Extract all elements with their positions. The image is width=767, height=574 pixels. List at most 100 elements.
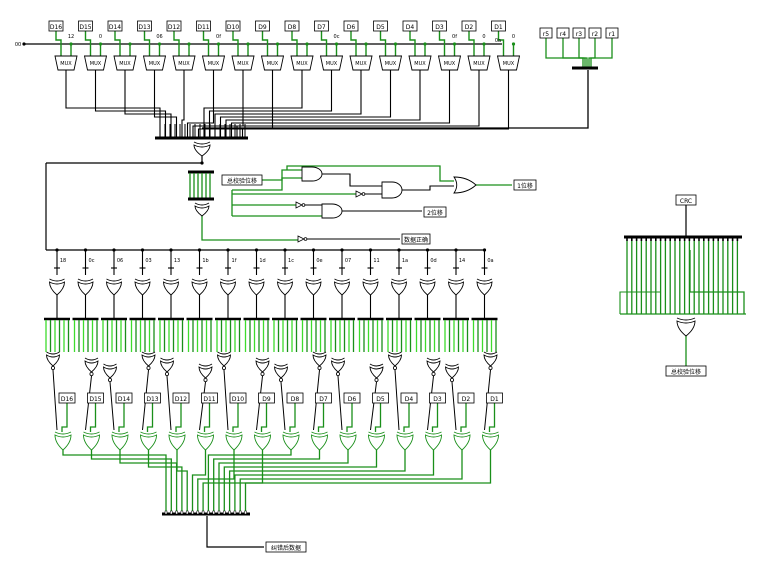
hex-dot-10 xyxy=(340,248,344,252)
bottom-in-14 xyxy=(460,403,467,432)
bottom-xor-6-arc xyxy=(225,431,243,435)
hex-dot-1 xyxy=(83,248,88,252)
or-gate-1 xyxy=(453,176,477,194)
tree-b-out-5 xyxy=(199,381,206,431)
bottom-xor-10-arc xyxy=(339,431,357,435)
output-D14: D14 xyxy=(118,396,130,403)
input-r4: r4 xyxy=(560,31,566,38)
mux-15-label: MUX xyxy=(503,61,515,67)
crc-pin-3 xyxy=(640,238,643,241)
tree-xor-b-15-arc xyxy=(483,351,498,355)
bottom-xor-4-arc xyxy=(168,431,186,435)
hex-dot-14 xyxy=(454,248,458,252)
hex-dot-9 xyxy=(311,248,316,252)
bottom-in-13 xyxy=(431,403,439,432)
tree-xor-a-13 xyxy=(419,281,436,296)
output-D13: D13 xyxy=(146,396,158,403)
tree-xor-b-6-arc xyxy=(217,351,231,355)
tree-xor-a-7 xyxy=(248,281,265,296)
output-D10: D10 xyxy=(232,396,244,403)
tree-xor-a-3-arc xyxy=(134,278,151,282)
tree-xor-b-7-arc xyxy=(255,357,270,361)
bottom-xor-0 xyxy=(54,434,72,451)
clk-dot-14 xyxy=(482,42,486,46)
bus-pin-1 xyxy=(170,510,173,515)
mux-11-label: MUX xyxy=(385,61,397,67)
mux-out-14 xyxy=(236,70,480,137)
not-gate-2-bubble xyxy=(301,203,306,207)
tree-xor-a-4-arc xyxy=(163,278,179,282)
bottom-xor-15 xyxy=(482,434,499,451)
label-final: 纠错后数据 xyxy=(271,544,301,552)
mux-out-8 xyxy=(203,70,303,137)
crc-xor xyxy=(676,320,696,337)
tree-xor-a-5 xyxy=(191,281,208,296)
mux-5-label: MUX xyxy=(208,61,220,67)
tree-xor-a-15-arc xyxy=(476,278,493,282)
label-crc-out: 总校验位移 xyxy=(671,368,701,376)
hex-15: 0a xyxy=(487,258,493,264)
input-D3: D3 xyxy=(435,24,444,31)
mux-12-label: MUX xyxy=(414,61,426,67)
input-r5: r5 xyxy=(543,31,549,38)
crc-pin-5 xyxy=(650,238,652,241)
tree-xor-a-1 xyxy=(77,281,94,296)
hex-0: 18 xyxy=(60,258,66,264)
input-D9: D9 xyxy=(258,24,267,31)
bus-pin-4 xyxy=(185,510,189,515)
bus-pin-2 xyxy=(175,510,178,515)
input-D1: D1 xyxy=(494,24,503,31)
bottom-xor-7 xyxy=(254,434,271,451)
bus-pin-5 xyxy=(191,510,194,515)
mux-out-15 xyxy=(241,70,510,137)
tree-xor-a-11-arc xyxy=(362,278,379,282)
tree-xor-b-2 xyxy=(103,366,117,379)
not-gate-3 xyxy=(297,235,305,243)
top-bit-15: 0 xyxy=(512,34,515,40)
clk-dot-5 xyxy=(216,42,221,46)
mux-out-11 xyxy=(219,70,392,137)
tree-bubble-14 xyxy=(449,377,454,382)
hex-11: 11 xyxy=(373,258,379,264)
hex-2: 06 xyxy=(117,258,123,264)
tree-xor-a-9-arc xyxy=(305,278,322,282)
and-gate-3 xyxy=(321,203,343,219)
bottom-in-5 xyxy=(203,403,211,432)
bottom-xor-5-arc xyxy=(197,431,214,435)
tree-xor-b-10 xyxy=(331,360,345,373)
tree-xor-a-4 xyxy=(163,281,179,296)
output-D2: D2 xyxy=(462,396,471,403)
tree-xor-b-1-arc xyxy=(84,357,99,361)
crc-pin-23 xyxy=(736,238,739,241)
mux-2-label: MUX xyxy=(119,61,131,67)
bottom-in-0 xyxy=(61,403,68,432)
tree-xor-b-14 xyxy=(445,366,459,379)
crc-pin-17 xyxy=(707,238,710,241)
bottom-in-9 xyxy=(317,403,325,432)
tree-xor-a-14-arc xyxy=(448,278,464,282)
hex-1: 0c xyxy=(89,258,95,264)
clk-dot-1 xyxy=(98,42,103,46)
clk-dot-3 xyxy=(157,42,162,46)
label-total-parity: 总校验位移 xyxy=(227,177,257,185)
crc-pin-15 xyxy=(698,238,700,241)
top-bit-1: 0 xyxy=(99,34,102,40)
crc-pin-12 xyxy=(683,238,686,241)
crc-pin-11 xyxy=(679,238,681,241)
hex-dot-2 xyxy=(112,248,116,252)
bottom-in-10 xyxy=(346,403,353,432)
tree-xor-b-5 xyxy=(198,366,213,379)
tree-xor-b-9 xyxy=(312,354,327,367)
tree-xor-b-11-arc xyxy=(369,363,384,367)
input-r1: r1 xyxy=(609,31,615,38)
r-wire-1 xyxy=(562,38,586,68)
hex-3: 03 xyxy=(145,258,151,264)
bus-pin-15 xyxy=(244,510,247,515)
bottom-xor-12 xyxy=(396,434,414,451)
crc-pin-7 xyxy=(659,238,662,241)
top-bit-0: 12 xyxy=(68,34,74,40)
tree-xor-a-10-arc xyxy=(334,278,350,282)
tree-xor-b-15 xyxy=(483,354,498,367)
tree-b-out-10 xyxy=(337,375,343,431)
and2-out xyxy=(402,185,454,191)
